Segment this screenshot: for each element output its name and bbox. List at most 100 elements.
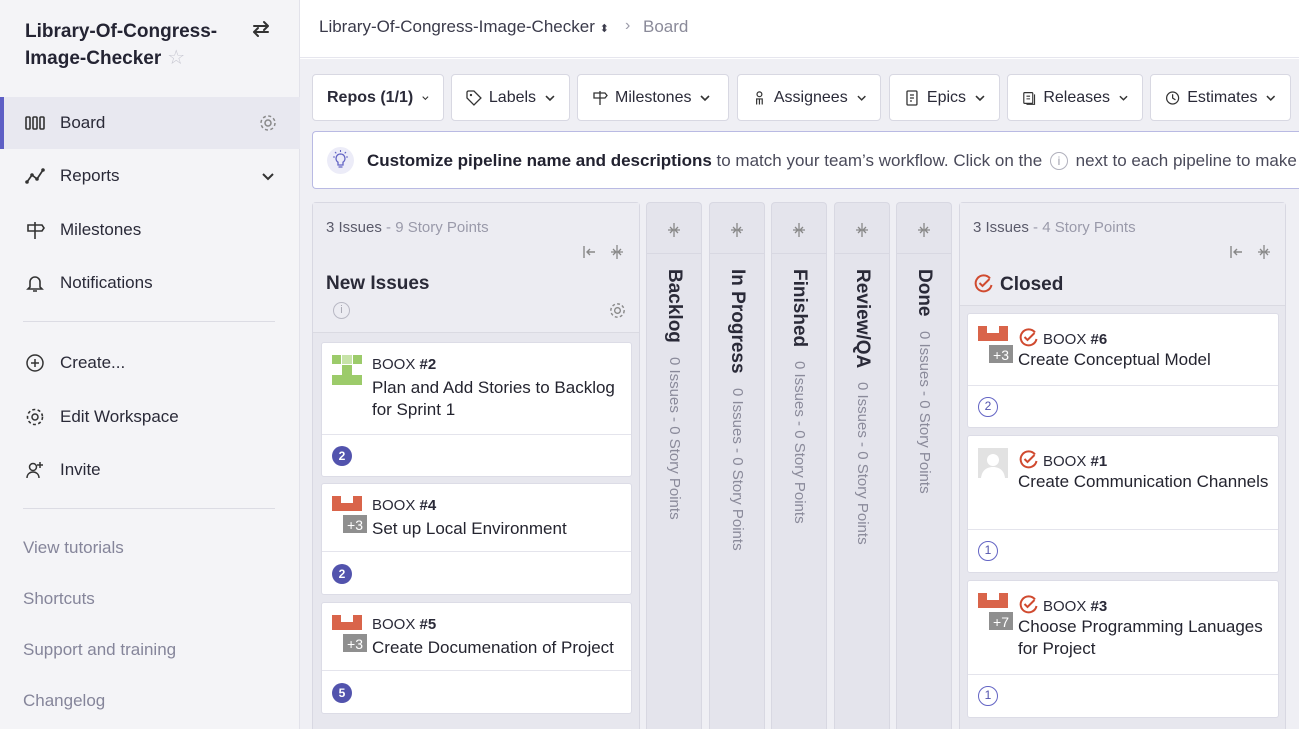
support-link[interactable]: Support and training <box>23 640 176 660</box>
tip-bold: Customize pipeline name and descriptions <box>367 151 712 170</box>
assignee-overflow: +3 <box>342 633 368 653</box>
tag-icon <box>466 89 482 106</box>
board-icon <box>25 116 45 130</box>
filter-estimates[interactable]: Estimates <box>1150 74 1291 121</box>
pipeline-count: 0 Issues - 0 Story Points <box>854 382 871 545</box>
divider <box>23 321 275 322</box>
issue-number: #6 <box>1090 331 1108 348</box>
issue-card[interactable]: +3 BOOX #4 Set up Local Environment 2 <box>321 483 632 595</box>
pipeline-in-progress[interactable]: In Progress 0 Issues - 0 Story Points <box>709 202 765 729</box>
star-icon[interactable]: ☆ <box>167 47 185 69</box>
milestone-icon <box>27 222 45 239</box>
pipeline-label: Finished 0 Issues - 0 Story Points <box>788 269 810 524</box>
filter-repos[interactable]: Repos (1/1) <box>312 74 444 121</box>
expand-pipeline-icon[interactable] <box>666 222 682 238</box>
sidebar: Library-Of-Congress-Image-Checker ☆ Board… <box>0 0 300 729</box>
collapse-pipeline-icon[interactable] <box>609 244 625 260</box>
filter-label: Estimates <box>1187 88 1258 106</box>
divider <box>710 253 764 254</box>
issue-title[interactable]: Create Communication Channels <box>1018 471 1270 493</box>
expand-pipeline-icon[interactable] <box>729 222 745 238</box>
estimate-badge[interactable]: 1 <box>978 541 998 561</box>
sidebar-item-invite[interactable]: Invite <box>0 444 300 496</box>
filter-labels[interactable]: Labels <box>451 74 570 121</box>
filter-assignees[interactable]: Assignees <box>737 74 881 121</box>
gear-icon[interactable] <box>608 301 627 320</box>
gear-icon[interactable] <box>258 113 278 133</box>
filter-label: Milestones <box>615 88 692 106</box>
expand-pipeline-icon[interactable] <box>916 222 932 238</box>
card-body: +3 BOOX #4 Set up Local Environment <box>322 484 631 552</box>
estimate-badge[interactable]: 2 <box>332 564 352 584</box>
avatar <box>332 355 362 385</box>
issue-ref: BOOX #4 <box>372 497 623 514</box>
workspace-title[interactable]: Library-Of-Congress-Image-Checker ☆ <box>25 18 235 72</box>
sidebar-item-notifications[interactable]: Notifications <box>0 257 300 309</box>
issue-title[interactable]: Choose Programming Lanuages for Project <box>1018 616 1270 660</box>
issue-count: 3 Issues <box>973 219 1029 236</box>
sidebar-item-reports[interactable]: Reports <box>0 150 300 202</box>
issue-card[interactable]: +3 BOOX #6 Create Conceptual Model 2 <box>967 313 1279 428</box>
info-icon[interactable]: i <box>333 302 350 319</box>
repo-name[interactable]: Library-Of-Congress-Image-Checker <box>319 17 595 36</box>
estimate-badge[interactable]: 2 <box>978 397 998 417</box>
reports-icon <box>25 168 45 184</box>
issue-card[interactable]: BOOX #1 Create Communication Channels 1 <box>967 435 1279 573</box>
pipeline-name: Done <box>914 269 935 317</box>
chevron-down-icon[interactable] <box>258 166 278 186</box>
workspace-name[interactable]: Library-Of-Congress-Image-Checker <box>25 21 217 69</box>
issue-title[interactable]: Set up Local Environment <box>372 518 623 540</box>
filter-epics[interactable]: Epics <box>889 74 1000 121</box>
expand-pipeline-icon[interactable] <box>854 222 870 238</box>
repo-label: BOOX <box>1043 453 1091 470</box>
issue-title[interactable]: Create Conceptual Model <box>1018 349 1270 371</box>
pipeline-finished[interactable]: Finished 0 Issues - 0 Story Points <box>771 202 827 729</box>
pipeline-backlog[interactable]: Backlog 0 Issues - 0 Story Points <box>646 202 702 729</box>
issue-title[interactable]: Create Documenation of Project <box>372 637 623 659</box>
collapse-left-icon[interactable] <box>1228 244 1244 260</box>
filter-releases[interactable]: Releases <box>1007 74 1143 121</box>
sidebar-item-milestones[interactable]: Milestones <box>0 204 300 256</box>
view-tutorials-link[interactable]: View tutorials <box>23 538 124 558</box>
breadcrumb: Library-Of-Congress-Image-Checker ⬍ › Bo… <box>300 0 1299 58</box>
issue-card[interactable]: +7 BOOX #3 Choose Programming Lanuages f… <box>967 580 1279 718</box>
sidebar-item-board[interactable]: Board <box>0 97 300 149</box>
estimate-badge[interactable]: 5 <box>332 683 352 703</box>
switch-workspace-icon[interactable] <box>250 18 272 40</box>
card-body: +3 BOOX #5 Create Documenation of Projec… <box>322 603 631 671</box>
issue-card[interactable]: +3 BOOX #5 Create Documenation of Projec… <box>321 602 632 714</box>
tip-part1: to match your team’s workflow. Click on … <box>711 151 1047 170</box>
changelog-link[interactable]: Changelog <box>23 691 105 711</box>
issue-card[interactable]: BOOX #2 Plan and Add Stories to Backlog … <box>321 342 632 477</box>
pipeline-done[interactable]: Done 0 Issues - 0 Story Points <box>896 202 952 729</box>
closed-icon <box>1019 450 1038 469</box>
issue-ref: BOOX #1 <box>1018 449 1270 470</box>
pipeline-header: 3 Issues - 9 Story Points New Issues i <box>313 203 639 333</box>
estimate-badge[interactable]: 2 <box>332 446 352 466</box>
filter-milestones[interactable]: Milestones <box>577 74 729 121</box>
repo-label: BOOX <box>1043 331 1091 348</box>
sidebar-item-label: Create... <box>60 353 126 372</box>
collapse-left-icon[interactable] <box>581 244 597 260</box>
chevron-down-icon <box>975 94 985 101</box>
sidebar-item-create[interactable]: Create... <box>0 337 300 389</box>
sidebar-item-label: Invite <box>60 460 101 479</box>
breadcrumb-repo[interactable]: Library-Of-Congress-Image-Checker ⬍ <box>319 17 609 37</box>
chevron-down-icon <box>545 94 555 101</box>
assignee-overflow: +7 <box>988 611 1014 631</box>
estimate-badge[interactable]: 1 <box>978 686 998 706</box>
pipeline-review-qa[interactable]: Review/QA 0 Issues - 0 Story Points <box>834 202 890 729</box>
issue-number: #4 <box>419 497 437 514</box>
issue-ref: BOOX #3 <box>1018 594 1270 615</box>
card-body: BOOX #1 Create Communication Channels <box>968 436 1278 530</box>
pipeline-name: Finished <box>789 269 810 348</box>
issue-title[interactable]: Plan and Add Stories to Backlog for Spri… <box>372 377 623 421</box>
sidebar-item-label: Reports <box>60 166 120 185</box>
expand-pipeline-icon[interactable] <box>791 222 807 238</box>
issue-ref: BOOX #5 <box>372 616 623 633</box>
shortcuts-link[interactable]: Shortcuts <box>23 589 95 609</box>
repo-label: BOOX <box>372 356 420 373</box>
divider <box>772 253 826 254</box>
collapse-pipeline-icon[interactable] <box>1256 244 1272 260</box>
sidebar-item-edit-workspace[interactable]: Edit Workspace <box>0 391 300 443</box>
